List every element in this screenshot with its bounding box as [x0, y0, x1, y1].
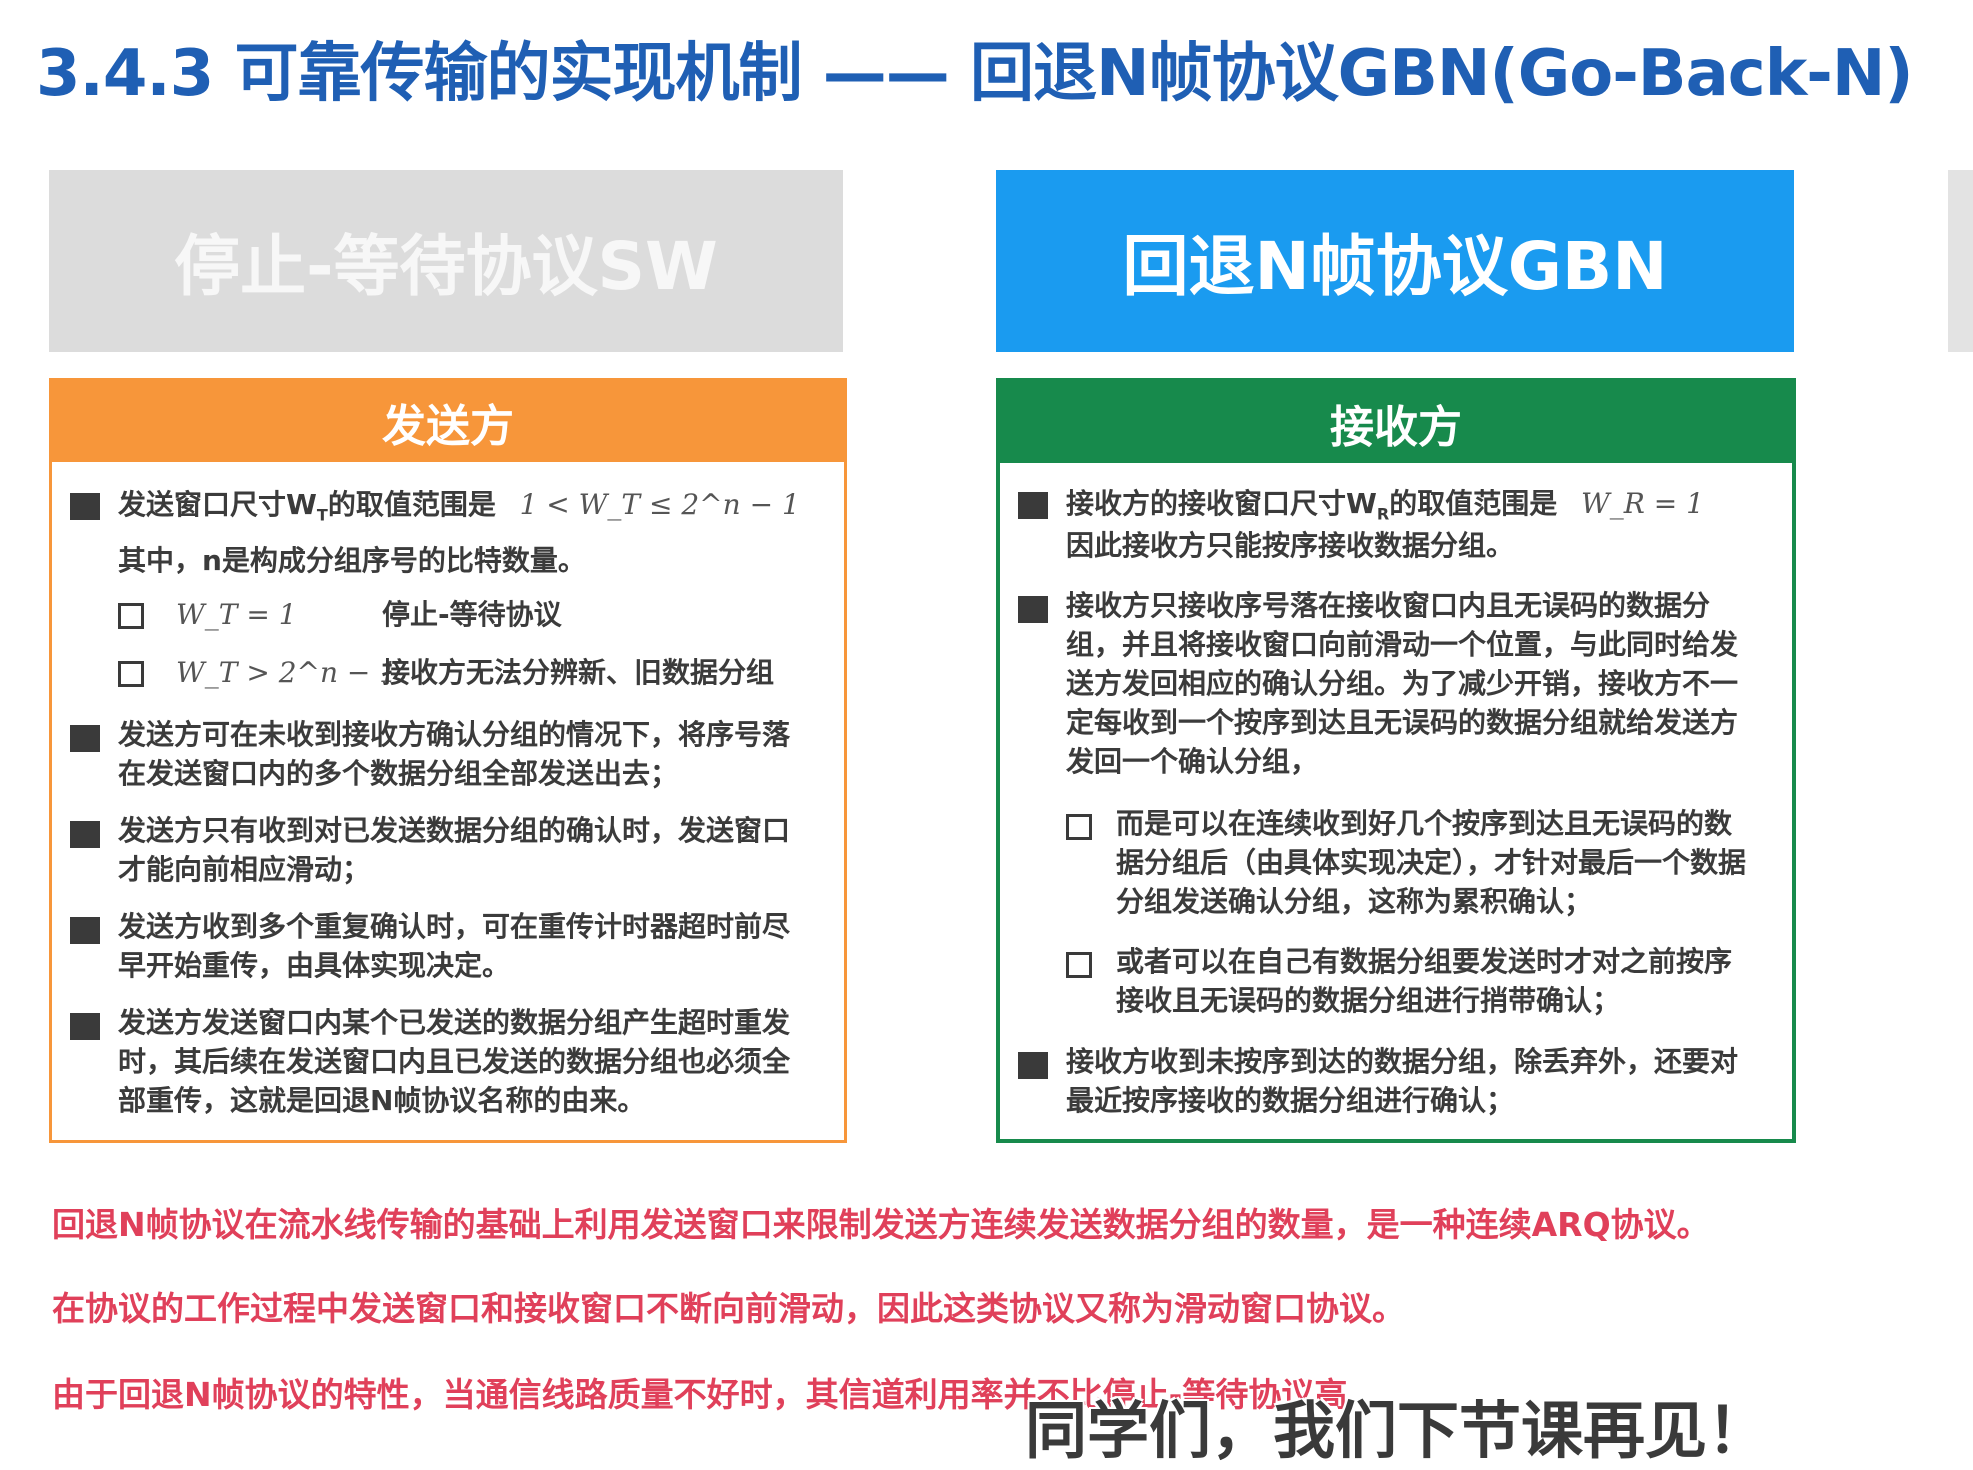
receiver-box: 接收方 接收方的接收窗口尺寸WR的取值范围是 W_R = 1 因此接收方只能按序… [996, 378, 1796, 1143]
sender-window-label2: 的取值范围是 [327, 488, 496, 521]
note-line-1: 回退N帧协议在流水线传输的基础上利用发送窗口来限制发送方连续发送数据分组的数量，… [52, 1205, 1710, 1244]
bullet-square-icon [1018, 492, 1048, 519]
checkbox-icon [118, 603, 144, 629]
checkbox-icon [1066, 952, 1092, 978]
page-title: 3.4.3 可靠传输的实现机制 —— 回退N帧协议GBN(Go-Back-N) [36, 37, 1914, 111]
bullet-square-icon [1018, 1052, 1048, 1079]
receiver-window-sub: R [1376, 504, 1390, 524]
bullet-square-icon [70, 917, 100, 944]
receiver-cumulative-ack: 而是可以在连续收到好几个按序到达且无误码的数据分组后（由具体实现决定），才针对最… [1116, 807, 1747, 918]
gbn-panel-header: 回退N帧协议GBN [996, 170, 1794, 352]
video-subtitle: 同学们，我们下节课再见！ [1025, 1394, 1770, 1467]
sender-box: 发送方 发送窗口尺寸WT的取值范围是 1 < W_T ≤ 2^n − 1 其中，… [49, 378, 847, 1143]
sender-bullet-3: 发送方只有收到对已发送数据分组的确认时，发送窗口才能向前相应滑动； [118, 814, 791, 886]
sender-heading: 发送方 [52, 381, 844, 462]
sw-panel-header: 停止-等待协议SW [49, 170, 843, 352]
bullet-square-icon [70, 493, 100, 520]
opt1-desc: 停止-等待协议 [382, 598, 562, 631]
bullet-square-icon [1018, 596, 1048, 623]
bullet-square-icon [70, 821, 100, 848]
receiver-window-label2: 的取值范围是 [1389, 487, 1558, 520]
sender-bullet-5: 发送方发送窗口内某个已发送的数据分组产生超时重发时，其后续在发送窗口内且已发送的… [118, 1006, 791, 1117]
opt2-formula: W_T > 2^n − 1 [176, 656, 398, 689]
sender-window-sub: T [316, 505, 328, 525]
receiver-in-order-note: 因此接收方只能按序接收数据分组。 [1066, 529, 1515, 562]
sender-window-label: 发送窗口尺寸W [118, 488, 317, 521]
receiver-window-label: 接收方的接收窗口尺寸W [1066, 487, 1377, 520]
bullet-square-icon [70, 725, 100, 752]
bullet-square-icon [70, 1013, 100, 1040]
next-panel-edge [1948, 170, 1973, 352]
receiver-piggyback-ack: 或者可以在自己有数据分组要发送时才对之前按序接收且无误码的数据分组进行捎带确认； [1116, 945, 1733, 1017]
note-line-2: 在协议的工作过程中发送窗口和接收窗口不断向前滑动，因此这类协议又称为滑动窗口协议… [52, 1289, 1405, 1328]
checkbox-icon [1066, 814, 1092, 840]
receiver-bullet-2: 接收方只接收序号落在接收窗口内且无误码的数据分组，并且将接收窗口向前滑动一个位置… [1066, 589, 1739, 778]
opt2-desc: 接收方无法分辨新、旧数据分组 [382, 656, 775, 689]
opt1-formula: W_T = 1 [176, 598, 297, 631]
sender-bullet-4: 发送方收到多个重复确认时，可在重传计时器超时前尽早开始重传，由具体实现决定。 [118, 910, 791, 982]
sender-window-range: 发送窗口尺寸WT的取值范围是 1 < W_T ≤ 2^n − 1 [118, 485, 838, 535]
sender-window-formula: 1 < W_T ≤ 2^n − 1 [519, 488, 800, 521]
receiver-window-formula: W_R = 1 [1580, 487, 1704, 520]
sender-n-note: 其中，n是构成分组序号的比特数量。 [118, 544, 586, 577]
checkbox-icon [118, 661, 144, 687]
sender-bullet-2: 发送方可在未收到接收方确认分组的情况下，将序号落在发送窗口内的多个数据分组全部发… [118, 718, 791, 790]
receiver-bullet-3: 接收方收到未按序到达的数据分组，除丢弃外，还要对最近按序接收的数据分组进行确认； [1066, 1045, 1739, 1117]
receiver-heading: 接收方 [1000, 382, 1792, 463]
